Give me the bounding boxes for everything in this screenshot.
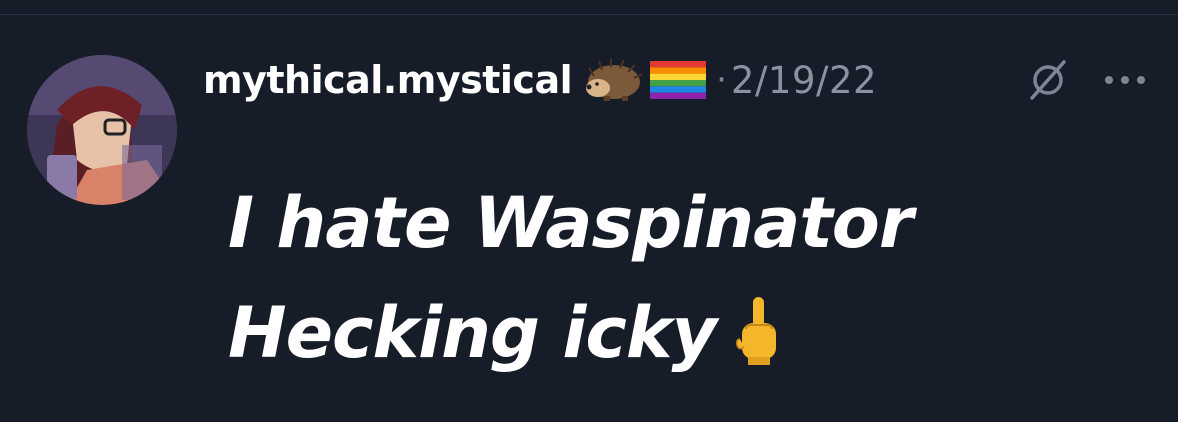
post-header: mythical.mystical · 2/19/22 — [203, 54, 877, 106]
post-date[interactable]: 2/19/22 — [731, 59, 877, 102]
more-options-icon[interactable] — [1100, 58, 1150, 104]
empty-set-icon[interactable] — [1025, 58, 1071, 104]
post-body: I hate Waspinator Hecking icky — [228, 168, 913, 398]
middle-finger-icon — [734, 288, 784, 398]
separator-dot: · — [716, 60, 727, 100]
post-line-text: Hecking icky — [228, 292, 717, 374]
rainbow-flag-icon — [650, 61, 707, 99]
username[interactable]: mythical.mystical — [203, 58, 573, 102]
avatar[interactable] — [27, 55, 177, 205]
top-divider — [0, 14, 1178, 15]
post-line-text: I hate Waspinator — [228, 182, 913, 264]
hedgehog-icon — [584, 58, 644, 102]
post-line: I hate Waspinator — [228, 168, 913, 278]
post-line: Hecking icky — [228, 278, 912, 398]
